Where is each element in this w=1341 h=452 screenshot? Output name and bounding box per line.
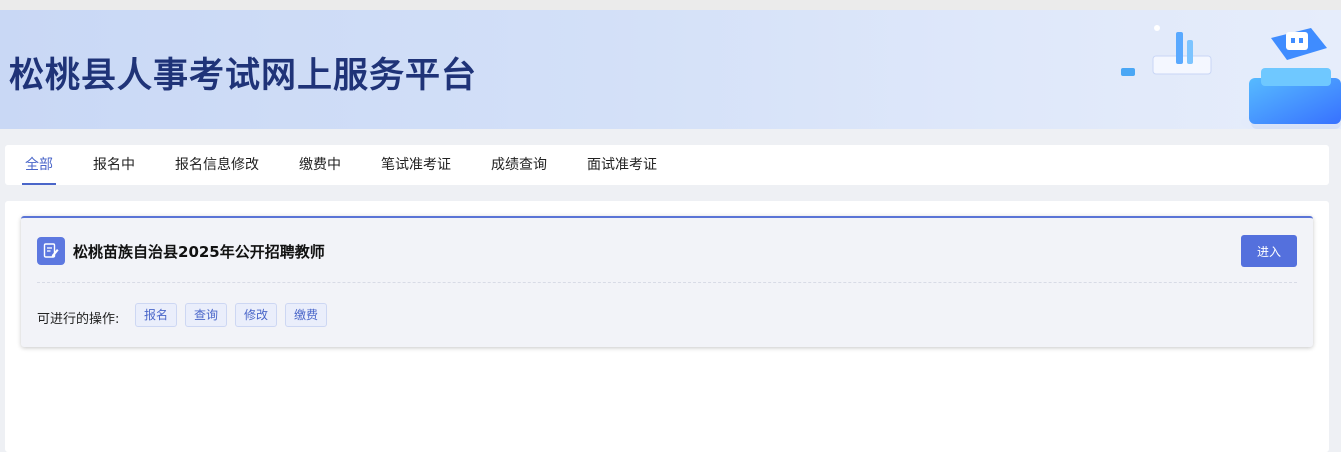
tab-registering[interactable]: 报名中	[93, 145, 135, 185]
status-tab-bar: 全部 报名中 报名信息修改 缴费中 笔试准考证 成绩查询 面试准考证	[5, 145, 1329, 185]
operation-query-button[interactable]: 查询	[185, 303, 228, 327]
tab-registration-edit[interactable]: 报名信息修改	[175, 145, 259, 185]
browser-top-strip	[0, 0, 1341, 10]
exam-card: 松桃苗族自治县2025年公开招聘教师 进入 可进行的操作: 报名 查询 修改 缴…	[21, 216, 1313, 347]
tab-all[interactable]: 全部	[22, 145, 56, 185]
tab-paying[interactable]: 缴费中	[299, 145, 341, 185]
tab-written-admission-ticket[interactable]: 笔试准考证	[381, 145, 451, 185]
edit-document-icon	[37, 237, 65, 265]
operations-label: 可进行的操作:	[37, 312, 120, 327]
header-banner: 松桃县人事考试网上服务平台	[0, 10, 1341, 129]
operation-pay-button[interactable]: 缴费	[285, 303, 328, 327]
exam-list-panel: 松桃苗族自治县2025年公开招聘教师 进入 可进行的操作: 报名 查询 修改 缴…	[5, 201, 1329, 452]
tab-interview-admission-ticket[interactable]: 面试准考证	[587, 145, 657, 185]
card-divider	[37, 282, 1297, 283]
operation-edit-button[interactable]: 修改	[235, 303, 278, 327]
decorative-illustration-icon	[1121, 25, 1341, 129]
exam-title: 松桃苗族自治县2025年公开招聘教师	[73, 243, 325, 261]
operation-register-button[interactable]: 报名	[135, 303, 178, 327]
tab-score-query[interactable]: 成绩查询	[491, 145, 547, 185]
enter-button[interactable]: 进入	[1241, 235, 1297, 267]
site-title: 松桃县人事考试网上服务平台	[9, 56, 478, 96]
